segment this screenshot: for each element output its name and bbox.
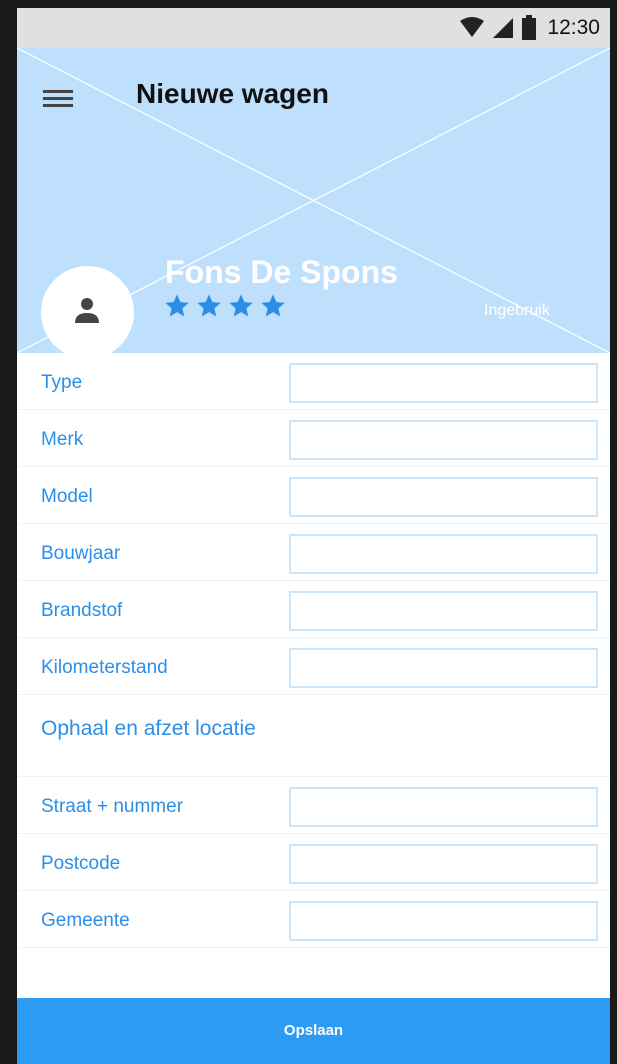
form-row-brandstof: Brandstof <box>17 581 610 638</box>
star-icon <box>229 294 253 317</box>
field-label: Straat + nummer <box>41 796 184 817</box>
form-row-kilometerstand: Kilometerstand <box>17 638 610 695</box>
form-row-bouwjaar: Bouwjaar <box>17 524 610 581</box>
field-label: Brandstof <box>41 600 123 621</box>
status-bar: 12:30 <box>17 8 610 48</box>
save-button[interactable]: Opslaan <box>17 998 610 1064</box>
section-header: Ophaal en afzet locatie <box>17 695 610 777</box>
rating-stars <box>163 292 287 320</box>
gemeente-input[interactable] <box>289 901 598 941</box>
wifi-icon <box>460 17 485 37</box>
field-label: Type <box>41 372 83 393</box>
kilometerstand-input[interactable] <box>289 648 598 688</box>
field-label: Gemeente <box>41 910 130 931</box>
form-row-merk: Merk <box>17 410 610 467</box>
cell-signal-icon <box>493 18 514 38</box>
bouwjaar-input[interactable] <box>289 534 598 574</box>
app-screen: 12:30 Nieuwe wagen Fons De Spons Ingebru… <box>17 8 610 1064</box>
avatar[interactable] <box>41 266 134 353</box>
form-row-model: Model <box>17 467 610 524</box>
status-icons: 12:30 <box>459 8 600 48</box>
postcode-input[interactable] <box>289 844 598 884</box>
field-label: Bouwjaar <box>41 543 121 564</box>
street-number-input[interactable] <box>289 787 598 827</box>
star-icon <box>197 294 221 317</box>
field-label: Postcode <box>41 853 121 874</box>
field-label: Model <box>41 486 93 507</box>
person-icon <box>75 298 99 323</box>
merk-input[interactable] <box>289 420 598 460</box>
star-icon <box>261 294 285 317</box>
field-label: Merk <box>41 429 84 450</box>
section-title: Ophaal en afzet locatie <box>41 717 256 740</box>
brandstof-input[interactable] <box>289 591 598 631</box>
hamburger-menu-icon[interactable] <box>41 84 75 112</box>
header-banner: Nieuwe wagen Fons De Spons Ingebruik <box>17 48 610 353</box>
type-input[interactable] <box>289 363 598 403</box>
form-row-postcode: Postcode <box>17 834 610 891</box>
battery-icon <box>522 15 537 40</box>
star-icon <box>165 294 189 317</box>
form-row-gemeente: Gemeente <box>17 891 610 948</box>
form-row-type: Type <box>17 353 610 410</box>
vehicle-form: Type Merk Model Bouwjaar Brandstof Kilom… <box>17 353 610 948</box>
page-title: Nieuwe wagen <box>136 78 329 109</box>
device-frame: 12:30 Nieuwe wagen Fons De Spons Ingebru… <box>0 0 617 1064</box>
form-row-straat: Straat + nummer <box>17 777 610 834</box>
field-label: Kilometerstand <box>41 657 168 678</box>
vehicle-status-label: Ingebruik <box>484 302 550 319</box>
profile-name: Fons De Spons <box>165 254 398 290</box>
model-input[interactable] <box>289 477 598 517</box>
status-time: 12:30 <box>547 16 600 39</box>
